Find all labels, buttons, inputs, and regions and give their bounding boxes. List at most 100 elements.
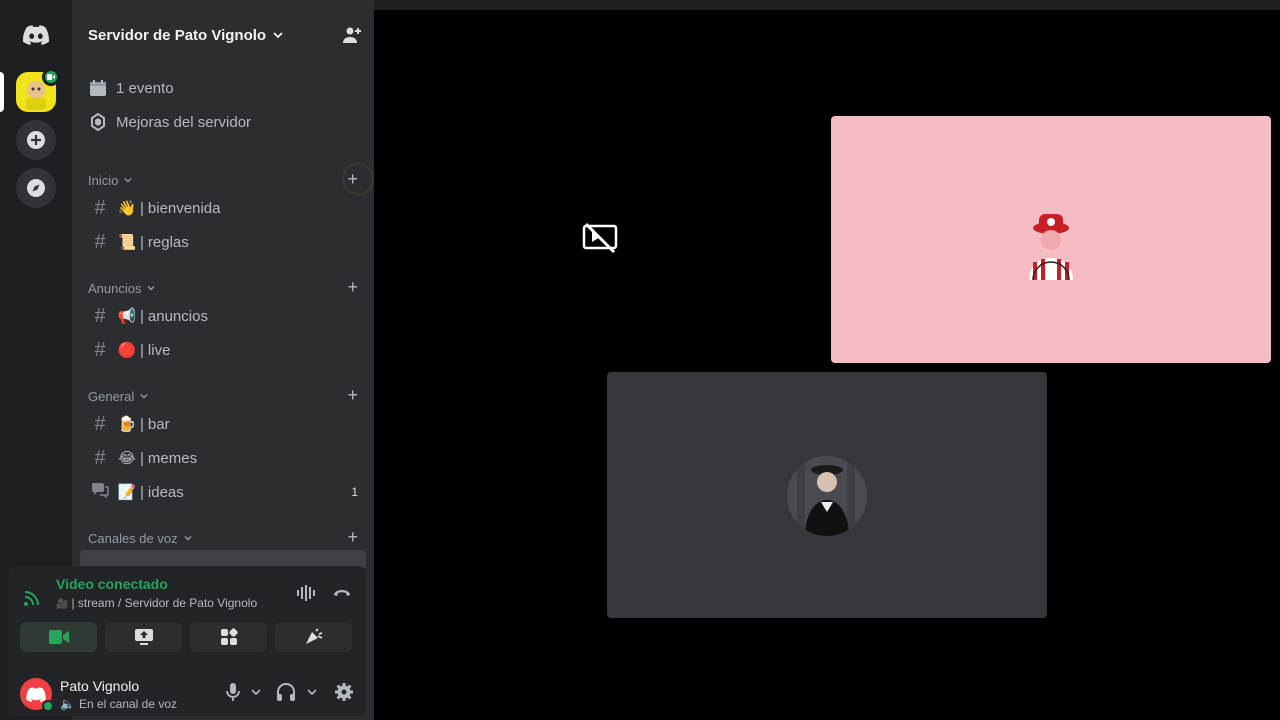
disconnect-icon[interactable]	[332, 584, 352, 602]
noise-suppression-icon[interactable]	[296, 584, 316, 602]
voice-user-panel: Video conectado 🎥 | stream / Servidor de …	[8, 566, 366, 716]
screen-share-icon	[134, 629, 153, 645]
add-channel-icon[interactable]: +	[347, 386, 358, 404]
channel-separator: |	[140, 415, 144, 433]
user-avatar[interactable]	[20, 678, 54, 712]
participant-photo	[787, 456, 867, 536]
participant-avatar	[787, 456, 867, 536]
channel-name: reglas	[147, 233, 189, 251]
channel-separator: |	[140, 199, 144, 217]
speaker-icon: 🔈	[60, 697, 75, 711]
category-label: General	[88, 388, 135, 404]
channel-emoji: 📢	[117, 308, 137, 325]
channel-name: bar	[147, 415, 170, 433]
channel-name: live	[147, 341, 171, 359]
channel-live[interactable]: # 🔴 | live	[80, 334, 366, 366]
voice-channel-icon: 🎥	[56, 599, 69, 610]
chevron-down-icon	[124, 178, 132, 183]
chevron-down-icon	[147, 286, 155, 291]
user-status: 🔈 En el canal de voz	[60, 697, 177, 711]
category-label: Canales de voz	[88, 530, 178, 546]
voice-channel-path: | stream / Servidor de Pato Vignolo	[71, 596, 258, 610]
screen-off-icon	[582, 222, 618, 254]
loading-spinner-icon	[342, 163, 374, 195]
channel-separator: |	[140, 341, 144, 359]
microphone-icon[interactable]	[226, 682, 240, 702]
server-header[interactable]: Servidor de Pato Vignolo	[72, 0, 374, 70]
channel-memes[interactable]: # 😂 | memes	[80, 442, 366, 474]
text-channel-icon: #	[94, 446, 106, 469]
soundboard-icon	[305, 628, 322, 644]
chevron-down-icon[interactable]	[306, 686, 318, 698]
chevron-down-icon	[140, 394, 148, 399]
selected-server-indicator	[0, 72, 4, 112]
settings-gear-icon[interactable]	[334, 682, 354, 702]
chevron-down-icon	[273, 32, 283, 39]
user-area: Pato Vignolo 🔈 En el canal de voz	[20, 674, 354, 714]
video-tile-participant-1[interactable]	[831, 116, 1271, 363]
channel-reglas[interactable]: # 📜 | reglas	[80, 226, 366, 258]
channel-emoji: 👋	[117, 200, 137, 217]
screen-share-button[interactable]	[105, 622, 182, 652]
channel-emoji: 🍺	[117, 416, 137, 433]
discord-logo-icon	[26, 686, 46, 702]
category-inicio[interactable]: Inicio +	[88, 170, 358, 190]
channel-bar[interactable]: # 🍺 | bar	[80, 408, 366, 440]
username: Pato Vignolo	[60, 678, 140, 694]
channel-name: memes	[147, 449, 198, 467]
participant-avatar	[1029, 214, 1073, 281]
voice-status-title: Video conectado	[56, 576, 168, 592]
video-live-badge-icon	[42, 68, 60, 86]
title-bar	[374, 0, 1280, 10]
camera-button[interactable]	[20, 622, 97, 652]
server-name: Servidor de Pato Vignolo	[88, 26, 267, 44]
explore-servers-icon[interactable]	[16, 168, 56, 208]
category-voice[interactable]: Canales de voz +	[88, 528, 358, 548]
chevron-down-icon[interactable]	[250, 686, 262, 698]
category-label: Inicio	[88, 172, 119, 188]
channel-emoji: 🔴	[117, 342, 137, 359]
soundboard-button[interactable]	[275, 622, 352, 652]
calendar-icon	[88, 79, 108, 97]
text-channel-icon: #	[94, 304, 106, 327]
chevron-down-icon	[184, 536, 192, 541]
user-status-text: En el canal de voz	[78, 697, 178, 711]
channel-ideas[interactable]: 📝 | ideas 1	[80, 476, 366, 508]
text-channel-icon: #	[94, 412, 106, 435]
channel-separator: |	[140, 233, 144, 251]
channel-name: anuncios	[147, 307, 208, 325]
boost-icon	[88, 113, 108, 131]
user-controls	[226, 682, 354, 702]
video-tile-participant-2[interactable]	[607, 372, 1047, 618]
voice-connection-status[interactable]: Video conectado 🎥 | stream / Servidor de …	[20, 576, 257, 610]
channel-bienvenida[interactable]: # 👋 | bienvenida	[80, 192, 366, 224]
channel-name: ideas	[147, 483, 184, 501]
unread-count: 1	[351, 485, 358, 499]
discord-home-icon[interactable]	[16, 15, 56, 55]
stream-unavailable-tile[interactable]	[580, 222, 620, 259]
channel-name: bienvenida	[147, 199, 221, 217]
channel-separator: |	[140, 307, 144, 325]
activities-button[interactable]	[190, 622, 267, 652]
category-anuncios[interactable]: Anuncios +	[88, 278, 358, 298]
server-boost-item[interactable]: Mejoras del servidor	[88, 108, 251, 136]
channel-anuncios[interactable]: # 📢 | anuncios	[80, 300, 366, 332]
events-label: 1 evento	[116, 79, 174, 97]
add-server-icon[interactable]	[16, 120, 56, 160]
voice-actions	[296, 584, 352, 602]
voice-status-subtitle: 🎥 | stream / Servidor de Pato Vignolo	[56, 596, 257, 610]
headphones-icon[interactable]	[276, 682, 296, 702]
events-item[interactable]: 1 evento	[88, 74, 174, 102]
category-general[interactable]: General +	[88, 386, 358, 406]
channel-emoji: 😂	[118, 450, 136, 467]
channel-separator: |	[140, 483, 144, 501]
voice-controls	[20, 622, 352, 652]
server-icon-pato[interactable]	[16, 68, 60, 112]
add-channel-icon[interactable]: +	[347, 278, 358, 296]
add-channel-icon[interactable]: +	[347, 528, 358, 546]
category-label: Anuncios	[88, 280, 142, 296]
invite-user-icon[interactable]	[342, 25, 362, 45]
text-channel-icon: #	[94, 230, 106, 253]
text-channel-icon: #	[94, 196, 106, 219]
channel-emoji: 📜	[117, 234, 137, 251]
